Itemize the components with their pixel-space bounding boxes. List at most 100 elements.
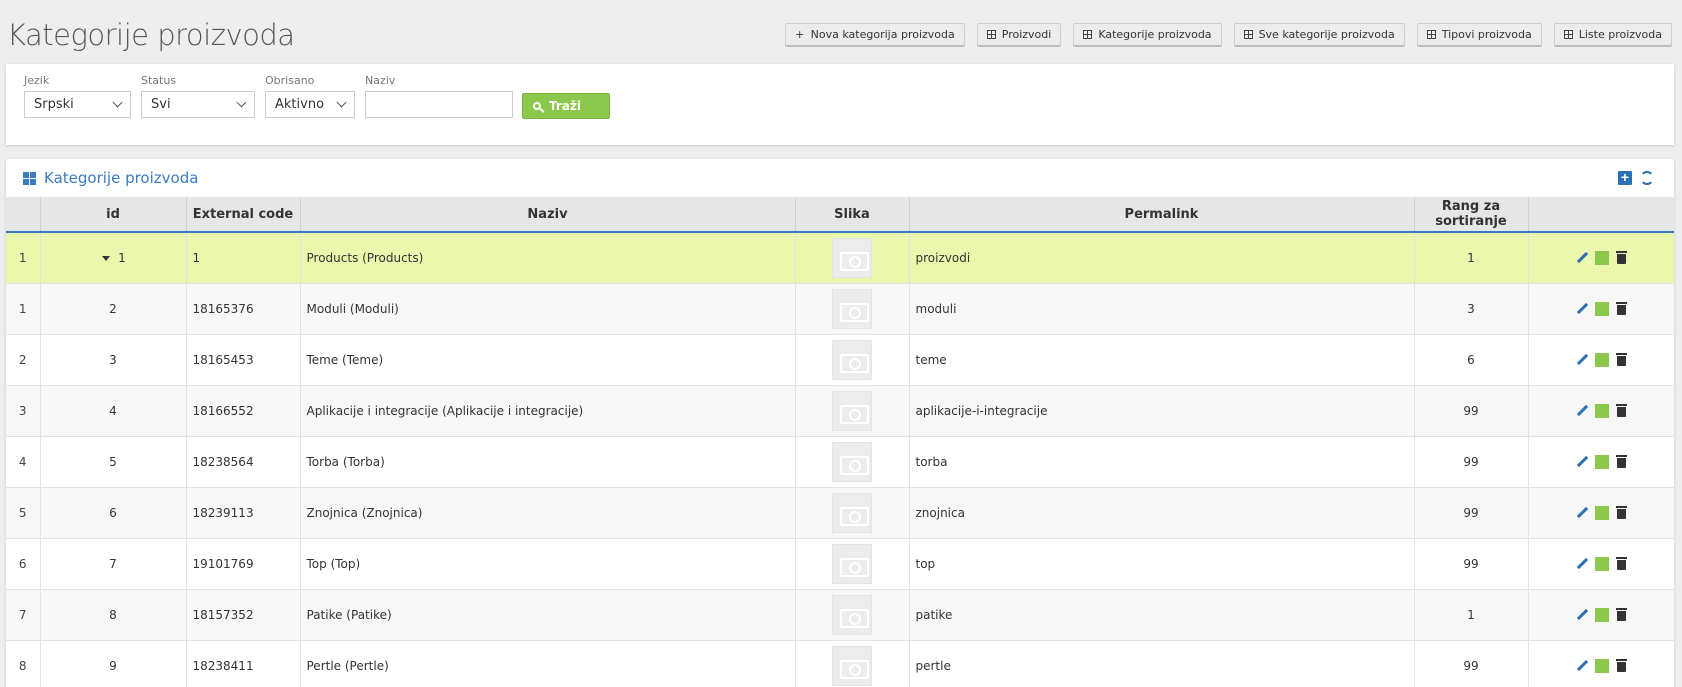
table-row[interactable]: 6 7 19101769 Top (Top) top 99: [6, 538, 1674, 590]
image-cell: [795, 640, 910, 687]
name-cell: Pertle (Pertle): [300, 640, 796, 687]
trash-icon[interactable]: [1615, 251, 1627, 265]
name-cell: Znojnica (Znojnica): [300, 487, 796, 539]
status-toggle-icon[interactable]: [1594, 403, 1609, 418]
chevron-down-icon: [236, 97, 247, 108]
products-label: Proizvodi: [1001, 28, 1052, 41]
all-categories-button[interactable]: Sve kategorije proizvoda: [1233, 23, 1405, 47]
trash-icon[interactable]: [1615, 506, 1627, 519]
external-code-cell: 18238564: [186, 436, 301, 488]
sort-rank-cell: 99: [1414, 436, 1529, 488]
table-row[interactable]: 1 2 18165376 Moduli (Moduli) moduli 3: [6, 283, 1674, 335]
table-row[interactable]: 2 3 18165453 Teme (Teme) teme 6: [6, 334, 1674, 386]
actions-cell: [1528, 283, 1674, 335]
status-toggle-icon[interactable]: [1594, 505, 1609, 520]
status-value: Svi: [151, 97, 171, 112]
page-title: Kategorije proizvoda: [7, 18, 295, 52]
table-panel-title: Kategorije proizvoda: [44, 169, 199, 187]
row-number: 8: [6, 640, 41, 687]
actions-cell: [1528, 436, 1674, 488]
sort-rank-cell: 3: [1414, 283, 1529, 335]
camera-icon: [832, 441, 872, 482]
col-header-permalink[interactable]: Permalink: [909, 197, 1415, 233]
sort-rank-cell: 99: [1414, 487, 1529, 539]
trash-icon[interactable]: [1615, 557, 1627, 570]
id-cell: 3: [40, 334, 187, 386]
name-label: Naziv: [365, 74, 396, 87]
status-toggle-icon[interactable]: [1594, 301, 1609, 316]
status-toggle-icon[interactable]: [1594, 658, 1609, 673]
edit-icon[interactable]: [1576, 303, 1588, 315]
status-toggle-icon[interactable]: [1594, 454, 1609, 469]
edit-icon[interactable]: [1576, 660, 1588, 672]
categories-button[interactable]: Kategorije proizvoda: [1073, 23, 1222, 47]
status-toggle-icon[interactable]: [1594, 250, 1609, 265]
add-icon[interactable]: +: [1618, 170, 1632, 185]
row-number: 2: [6, 334, 41, 386]
edit-icon[interactable]: [1576, 507, 1588, 519]
product-lists-button[interactable]: Liste proizvoda: [1553, 23, 1672, 47]
products-button[interactable]: Proizvodi: [976, 23, 1062, 47]
image-cell: [795, 232, 910, 284]
edit-icon[interactable]: [1576, 405, 1588, 417]
table-row[interactable]: 3 4 18166552 Aplikacije i integracije (Apli…: [6, 385, 1674, 437]
image-cell: [795, 589, 910, 641]
trash-icon[interactable]: [1615, 353, 1627, 366]
actions-cell: [1528, 538, 1674, 590]
table-row[interactable]: 8 9 18238411 Pertle (Pertle) pertle 99: [6, 640, 1674, 687]
col-header-id[interactable]: id: [40, 197, 187, 233]
table-row[interactable]: 7 8 18157352 Patike (Patike) patike 1: [6, 589, 1674, 641]
trash-icon[interactable]: [1615, 608, 1627, 621]
deleted-select[interactable]: Aktivno: [265, 91, 355, 118]
col-header-sort-rank[interactable]: Rang za sortiranje: [1414, 197, 1529, 233]
edit-icon[interactable]: [1576, 558, 1588, 570]
new-category-button[interactable]: + Nova kategorija proizvoda: [784, 23, 965, 47]
row-number: 1: [6, 283, 41, 335]
trash-icon[interactable]: [1615, 455, 1627, 468]
external-code-cell: 19101769: [186, 538, 301, 590]
language-value: Srpski: [34, 97, 74, 112]
table-row[interactable]: 1 1 1 Products (Products) proizvodi 1: [6, 232, 1674, 284]
table-body: 1 1 1 Products (Products) proizvodi 1 1 2 181653…: [6, 232, 1674, 687]
categories-table-panel: Kategorije proizvoda + id External code …: [6, 159, 1674, 687]
table-row[interactable]: 5 6 18239113 Znojnica (Znojnica) znojnica 99: [6, 487, 1674, 539]
status-toggle-icon[interactable]: [1594, 556, 1609, 571]
name-cell: Teme (Teme): [300, 334, 796, 386]
status-toggle-icon[interactable]: [1594, 607, 1609, 622]
col-header-image[interactable]: Slika: [795, 197, 910, 233]
edit-icon[interactable]: [1576, 354, 1588, 366]
language-select[interactable]: Srpski: [24, 91, 131, 118]
camera-icon: [832, 594, 872, 635]
table-panel-header: Kategorije proizvoda +: [6, 159, 1674, 197]
col-header-name[interactable]: Naziv: [300, 197, 796, 233]
edit-icon[interactable]: [1576, 456, 1588, 468]
image-cell: [795, 283, 910, 335]
table-row[interactable]: 4 5 18238564 Torba (Torba) torba 99: [6, 436, 1674, 488]
permalink-cell: torba: [909, 436, 1415, 488]
caret-down-icon[interactable]: [102, 255, 111, 261]
search-button[interactable]: Traži: [522, 93, 610, 119]
status-toggle-icon[interactable]: [1594, 352, 1609, 367]
refresh-icon[interactable]: [1640, 171, 1654, 185]
name-cell: Patike (Patike): [300, 589, 796, 641]
grid-icon: [1426, 30, 1436, 39]
status-select[interactable]: Svi: [141, 91, 255, 118]
sort-rank-cell: 6: [1414, 334, 1529, 386]
trash-icon[interactable]: [1615, 302, 1627, 315]
edit-icon[interactable]: [1576, 252, 1588, 264]
chevron-down-icon: [336, 97, 347, 108]
table-actions: +: [1618, 170, 1654, 185]
col-header-external-code[interactable]: External code: [186, 197, 301, 233]
image-cell: [795, 436, 910, 488]
categories-label: Kategorije proizvoda: [1098, 28, 1212, 41]
product-types-button[interactable]: Tipovi proizvoda: [1416, 23, 1542, 47]
sort-rank-cell: 99: [1414, 385, 1529, 437]
trash-icon[interactable]: [1615, 404, 1627, 417]
grid-icon: [1243, 30, 1253, 39]
trash-icon[interactable]: [1615, 659, 1627, 672]
permalink-cell: pertle: [909, 640, 1415, 687]
name-input[interactable]: [365, 91, 513, 118]
id-value: 1: [118, 250, 126, 265]
edit-icon[interactable]: [1576, 609, 1588, 621]
id-cell: 4: [40, 385, 187, 437]
